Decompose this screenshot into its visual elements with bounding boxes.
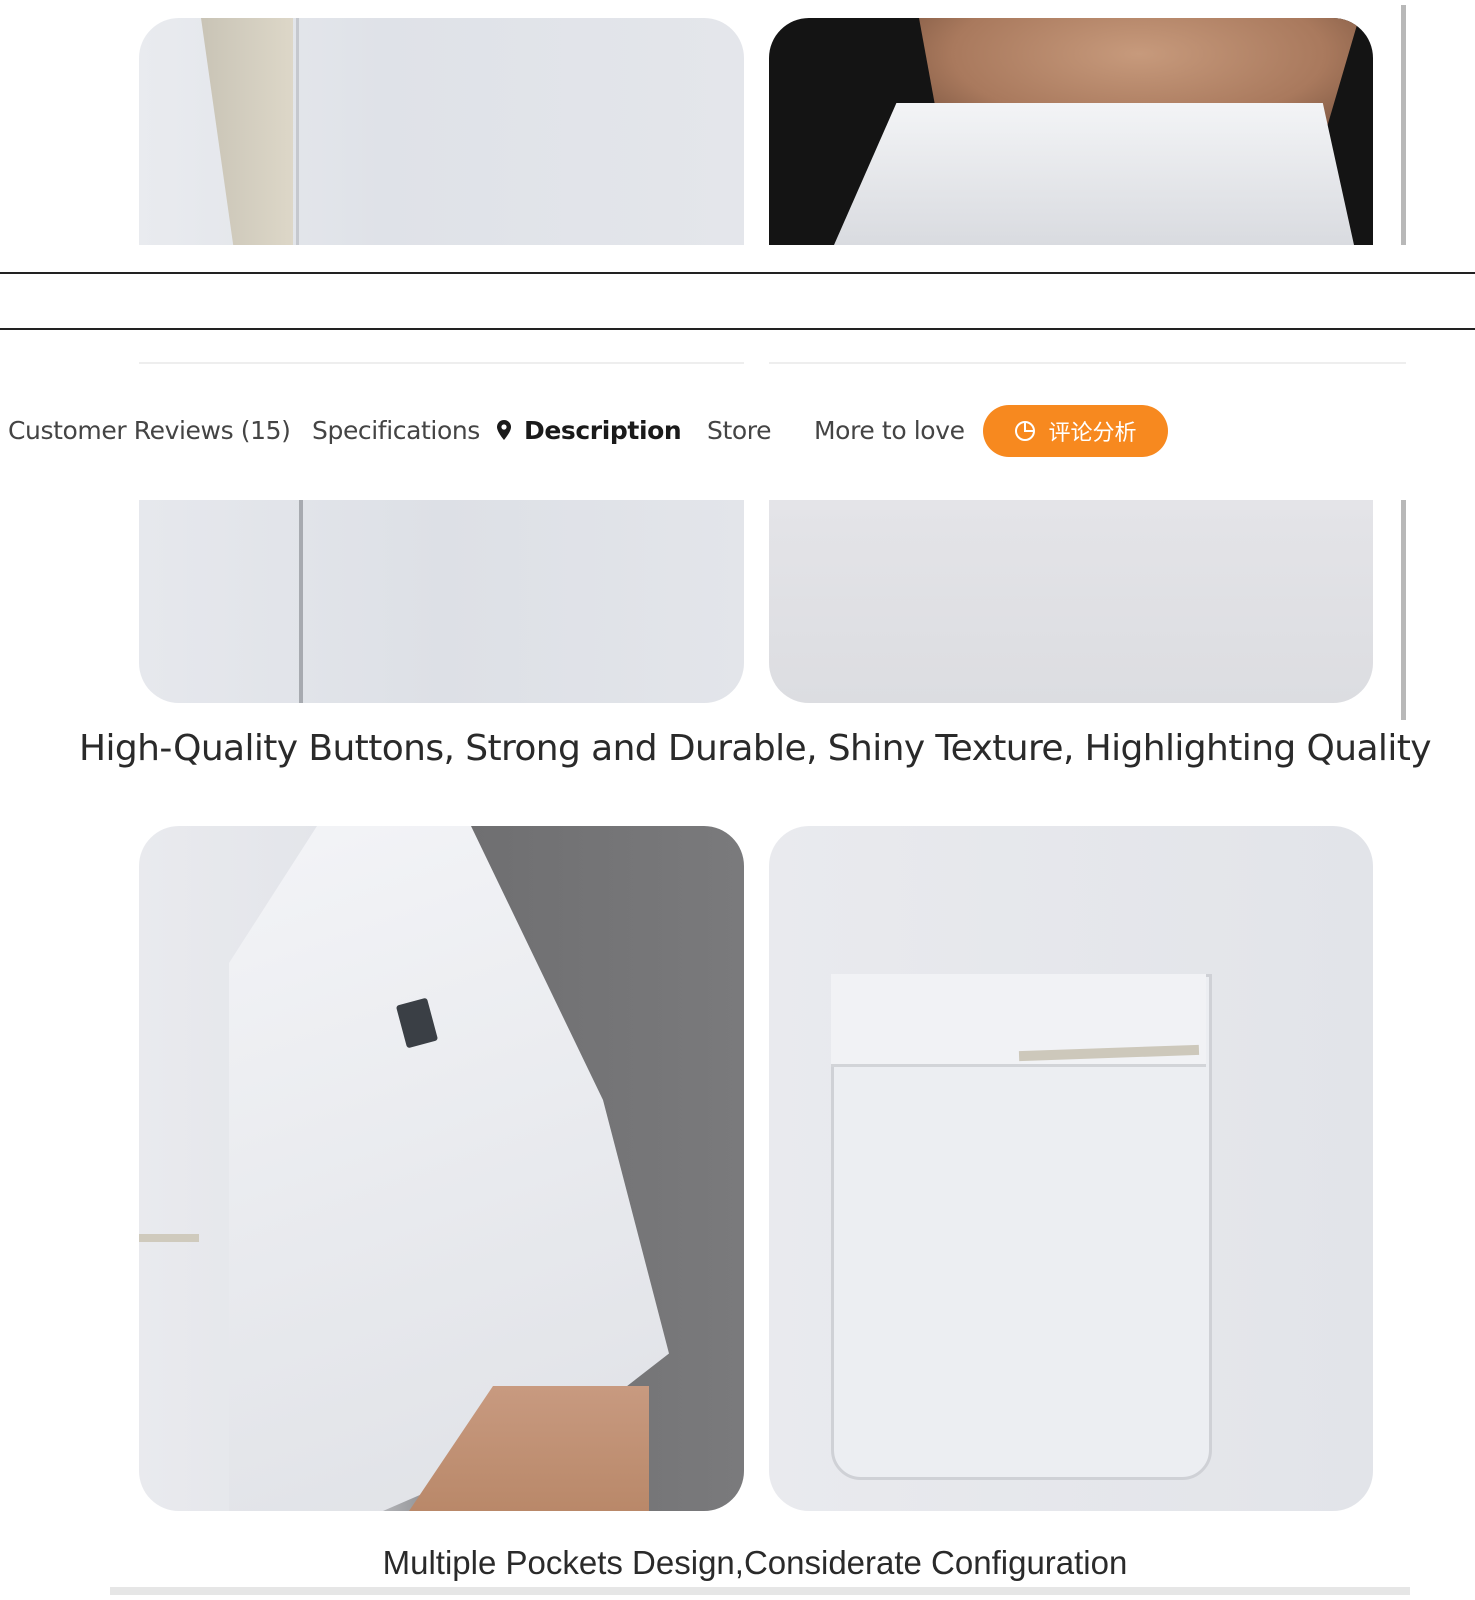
location-pin-icon xyxy=(497,420,511,440)
tab-store[interactable]: Store xyxy=(707,416,771,445)
scrollbar-thumb[interactable] xyxy=(1401,500,1406,720)
caption-pockets: Multiple Pockets Design,Considerate Conf… xyxy=(382,1544,1128,1581)
product-tab-bar: Customer Reviews (15) Specifications Des… xyxy=(0,398,1475,464)
product-image-sleeve xyxy=(139,826,744,1511)
pie-chart-icon xyxy=(1015,421,1036,441)
image-edge xyxy=(769,362,1406,364)
product-image-pocket xyxy=(769,826,1373,1511)
scrollbar-thumb[interactable] xyxy=(1401,5,1406,245)
divider-line xyxy=(0,272,1475,274)
product-image-lapel xyxy=(139,18,744,245)
review-analysis-label: 评论分析 xyxy=(1048,421,1137,446)
product-image-placket xyxy=(139,500,744,703)
product-image-fabric xyxy=(769,500,1373,703)
tab-description[interactable]: Description xyxy=(524,416,682,445)
tab-customer-reviews[interactable]: Customer Reviews (15) xyxy=(8,416,291,445)
image-edge xyxy=(139,362,744,364)
tab-more-to-love[interactable]: More to love xyxy=(814,416,965,445)
caption-buttons: High-Quality Buttons, Strong and Durable… xyxy=(79,728,1432,769)
review-analysis-button[interactable]: 评论分析 xyxy=(983,405,1168,457)
horizontal-scrollbar[interactable] xyxy=(110,1587,1410,1595)
divider-line xyxy=(0,328,1475,330)
tab-specifications[interactable]: Specifications xyxy=(312,416,480,445)
product-image-collar xyxy=(769,18,1373,245)
